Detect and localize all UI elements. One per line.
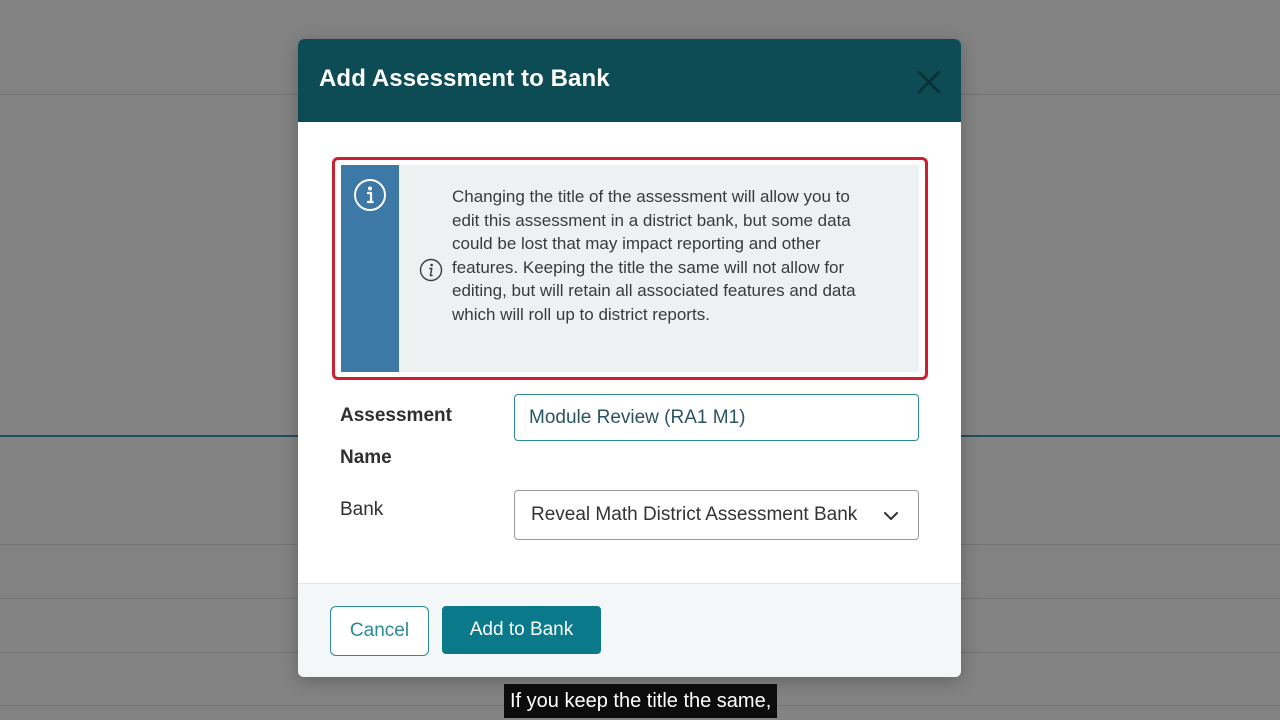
assessment-name-input[interactable] [514,394,919,441]
info-message: Changing the title of the assessment wil… [452,187,856,324]
assessment-name-label-line: Assessment [340,405,452,426]
chevron-down-icon [884,512,898,520]
info-icon [354,179,386,211]
dialog-header: Add Assessment to Bank [298,39,961,122]
assessment-name-label-line: Name [340,447,392,468]
close-icon [917,70,941,94]
cancel-button[interactable]: Cancel [330,606,429,656]
info-alert: Changing the title of the assessment wil… [341,165,919,372]
assessment-name-label: Assessment Name [340,395,452,479]
close-button[interactable] [912,65,946,99]
bank-select-value: Reveal Math District Assessment Bank [531,504,858,525]
info-icon [419,258,443,282]
add-assessment-dialog: Add Assessment to Bank Changing the titl… [298,39,961,677]
add-to-bank-button[interactable]: Add to Bank [442,606,601,654]
dialog-footer: Cancel Add to Bank [298,583,961,677]
info-alert-stripe [341,165,399,372]
video-caption: If you keep the title the same, [504,684,778,718]
dialog-title: Add Assessment to Bank [319,65,610,92]
bank-select[interactable]: Reveal Math District Assessment Bank [514,490,919,540]
bank-label: Bank [340,499,384,520]
